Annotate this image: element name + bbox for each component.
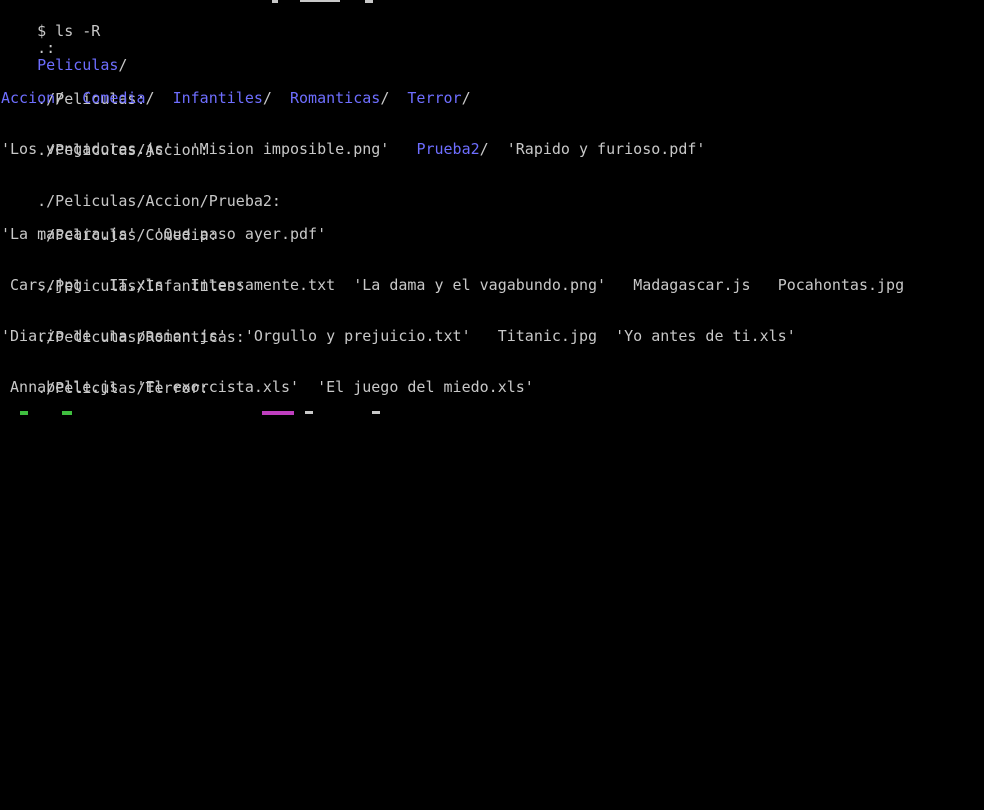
file-entry[interactable]: Intensamente.txt [191,276,336,294]
slash: / [262,89,290,107]
cut-off-bottom-text [372,411,380,414]
file-entry[interactable]: 'Yo antes de ti.xls' [615,327,796,345]
file-entry[interactable]: 'Rapido y furioso.pdf' [507,140,706,158]
listing-row: 'Los vengadores.js' 'Mision imposible.pn… [1,140,705,158]
cut-off-bottom-text [20,411,28,415]
cut-off-bottom-text [262,411,294,415]
file-entry[interactable]: Pocahontas.jpg [778,276,904,294]
directory-entry[interactable]: Prueba2 [416,140,479,158]
slash: / [479,140,507,158]
terminal-window[interactable]: $ ls -R .: Peliculas/ ./Películas: Accio… [0,0,984,415]
file-entry[interactable]: Titanic.jpg [498,327,597,345]
directory-entry[interactable]: Romanticas [290,89,380,107]
section-header: ./Peliculas/Accion: [1,123,209,159]
slash: / [55,89,83,107]
file-entry[interactable]: 'Diario de una pasion.js' [1,327,227,345]
cut-off-bottom-text [305,411,313,414]
file-entry[interactable]: IT.xls [109,276,163,294]
section-header: ./Peliculas/Comedia: [1,208,218,244]
file-entry[interactable]: 'La dama y el vagabundo.png' [353,276,606,294]
section-header: ./Peliculas/Terror: [1,361,209,397]
cut-off-top-text [272,0,278,3]
listing-row: 'Diario de una pasion.js' 'Orgullo y pre… [1,327,796,345]
listing-row: Accion/ Comedia/ Infantiles/ Romanticas/… [1,89,471,107]
listing-row: 'La mascara.js' 'Que paso ayer.pdf' [1,225,326,243]
section-header: ./Películas: [1,72,145,108]
file-entry[interactable]: Annabelle.js [10,378,118,396]
cut-off-bottom-text [62,411,72,415]
file-entry[interactable]: Cars.jpg [10,276,82,294]
listing-row: Annabelle.js 'El exorcista.xls' 'El jueg… [1,378,534,396]
file-entry[interactable]: 'El exorcista.xls' [136,378,299,396]
slash: / [145,89,173,107]
file-entry[interactable]: 'Que paso ayer.pdf' [155,225,327,243]
file-entry[interactable]: 'Orgullo y prejuicio.txt' [245,327,471,345]
file-entry[interactable]: 'La mascara.js' [1,225,136,243]
cut-off-top-text [300,0,340,2]
slash: / [380,89,408,107]
listing-row: Cars.jpg IT.xls Intensamente.txt 'La dam… [1,276,904,294]
command-line: $ ls -R [1,4,100,40]
directory-entry[interactable]: Accion [1,89,55,107]
directory-entry[interactable]: Infantiles [173,89,263,107]
listing-row: Peliculas/ [1,38,127,74]
section-header: ./Peliculas/Accion/Prueba2: [1,174,281,210]
section-header: ./Peliculas/Infantiles: [1,259,245,295]
file-entry[interactable]: 'Mision imposible.png' [191,140,390,158]
cut-off-top-text [365,0,373,3]
file-entry[interactable]: 'Los vengadores.js' [1,140,173,158]
section-header: .: [1,21,55,57]
directory-entry[interactable]: Comedia [82,89,145,107]
file-entry[interactable]: 'El juego del miedo.xls' [317,378,534,396]
section-header: ./Peliculas/Romanticas: [1,310,245,346]
file-entry[interactable]: Madagascar.js [633,276,750,294]
directory-entry[interactable]: Terror [407,89,461,107]
slash: / [461,89,471,107]
